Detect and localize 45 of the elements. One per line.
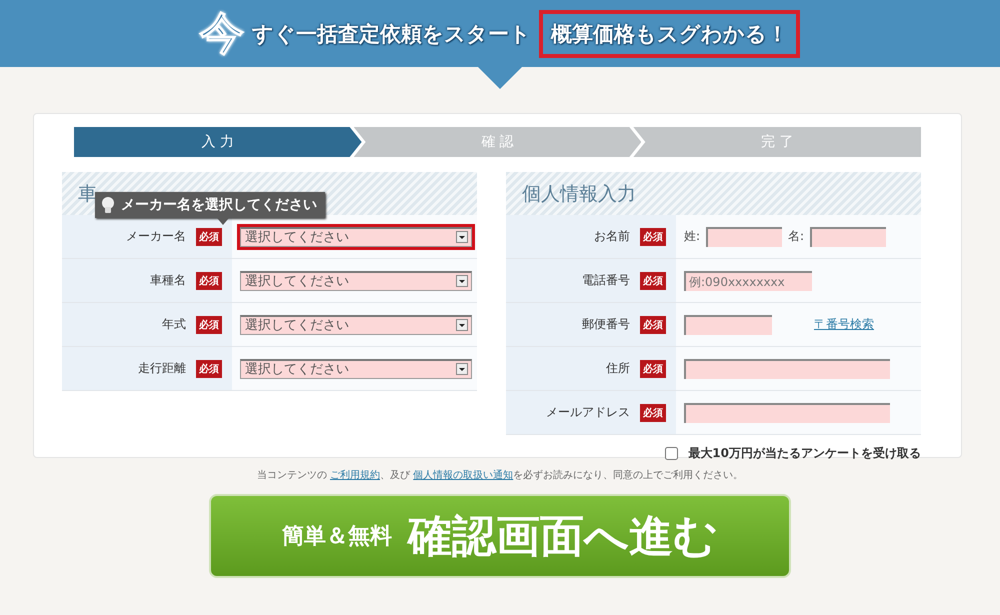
- section-title: 個人情報入力: [522, 182, 636, 206]
- banner-highlight: 概算価格もスグわかる！: [539, 10, 800, 58]
- progress-step: 入 力: [74, 127, 362, 157]
- surname-input[interactable]: [706, 226, 782, 246]
- field-label: 年式: [162, 316, 186, 333]
- field-label: 車種名: [150, 272, 186, 289]
- required-badge: 必須: [640, 228, 666, 246]
- required-badge: 必須: [640, 316, 666, 334]
- select-field[interactable]: 選択してください: [240, 314, 472, 334]
- field-label: メールアドレス: [546, 404, 630, 421]
- field-label: お名前: [594, 228, 630, 245]
- tooltip-text: メーカー名を選択してください: [121, 196, 317, 214]
- field-label: メーカー名: [126, 228, 186, 245]
- postal-code-input[interactable]: [684, 314, 772, 334]
- progress-step: 確 認: [354, 127, 642, 157]
- required-badge: 必須: [196, 272, 222, 290]
- required-badge: 必須: [196, 316, 222, 334]
- given-name-label: 名:: [788, 228, 804, 245]
- terms-link[interactable]: 個人情報の取扱い通知: [413, 470, 514, 481]
- phone-input[interactable]: 例:090xxxxxxxx: [684, 270, 812, 290]
- text-input[interactable]: [684, 402, 890, 422]
- surname-label: 姓:: [684, 228, 700, 245]
- checkbox-label: 最大10万円が当たるアンケートを受け取る: [688, 445, 921, 462]
- field-label: 電話番号: [582, 272, 630, 289]
- required-badge: 必須: [640, 360, 666, 378]
- field-label: 住所: [606, 360, 630, 377]
- checkbox[interactable]: [665, 447, 678, 460]
- required-badge: 必須: [196, 360, 222, 378]
- field-label: 走行距離: [138, 360, 186, 377]
- progress-step: 完 了: [633, 127, 922, 157]
- select-field[interactable]: 選択してください: [240, 270, 472, 290]
- section-title: 車: [78, 182, 97, 206]
- text-input[interactable]: [684, 358, 890, 378]
- banner-lead-character: 今: [200, 12, 244, 56]
- banner-headline: すぐ一括査定依頼をスタート: [252, 20, 531, 48]
- field-label: 郵便番号: [582, 316, 630, 333]
- select-field[interactable]: 選択してください: [240, 358, 472, 378]
- terms-link[interactable]: ご利用規約: [330, 470, 380, 481]
- required-badge: 必須: [640, 404, 666, 422]
- postal-search-link[interactable]: 〒番号検索: [814, 316, 874, 333]
- terms-notice: 当コンテンツの ご利用規約、及び 個人情報の取扱い通知を必ずお読みになり、同意の上でご利用ください。: [256, 468, 744, 482]
- required-badge: 必須: [196, 228, 222, 246]
- given-name-input[interactable]: [810, 226, 886, 246]
- lightbulb-icon: [101, 196, 115, 214]
- required-badge: 必須: [640, 272, 666, 290]
